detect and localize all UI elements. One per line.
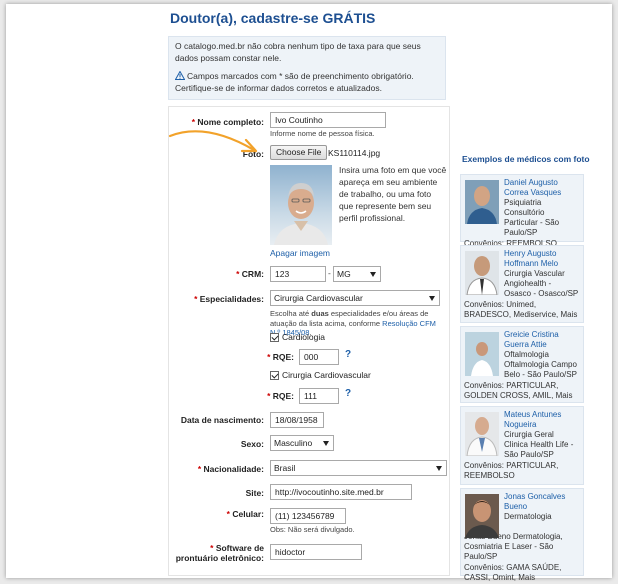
cardiologia-checkbox[interactable]	[270, 333, 279, 342]
nome-hint: Informe nome de pessoa física.	[270, 129, 375, 138]
site-input[interactable]: http://ivocoutinho.site.med.br	[270, 484, 412, 500]
page-title: Doutor(a), cadastre-se GRÁTIS	[170, 10, 376, 26]
chevron-down-icon	[429, 296, 435, 301]
doctor-specialty: Psiquiatria	[504, 198, 542, 207]
doctor-photo	[270, 165, 332, 245]
nacionalidade-value: Brasil	[274, 463, 296, 473]
crm-uf-select[interactable]: MG	[333, 266, 381, 282]
doctor-name[interactable]: Greicie Cristina Guerra Attie	[504, 330, 580, 350]
cardiologia-label: Cardiologia	[282, 332, 325, 342]
software-input[interactable]: hidoctor	[270, 544, 362, 560]
site-label: Site:	[245, 488, 264, 498]
doctor-examples-list: Daniel Augusto Correa Vasques Psiquiatria…	[460, 174, 584, 582]
rqe2-input[interactable]: 111	[299, 388, 339, 404]
info-warning: Campos marcados com * são de preenchimen…	[175, 71, 439, 94]
cirurgia-cardiovascular-label: Cirurgia Cardiovascular	[282, 370, 371, 380]
rqe1-input[interactable]: 000	[299, 349, 339, 365]
doctor-name[interactable]: Henry Augusto Hoffmann Melo	[504, 249, 580, 269]
doctor-card-photo	[465, 251, 499, 295]
apagar-imagem-link[interactable]: Apagar imagem	[270, 248, 330, 259]
especialidades-select[interactable]: Cirurgia Cardiovascular	[270, 290, 440, 306]
file-name: KS110114.jpg	[328, 148, 381, 158]
especialidades-label: * Especialidades:	[194, 294, 264, 304]
doctor-specialty: Cirurgia Vascular	[504, 269, 565, 278]
nacionalidade-label: * Nacionalidade:	[197, 464, 264, 474]
rqe1-label: * RQE:	[267, 352, 294, 362]
doctor-convenios: Convênios: Unimed, BRADESCO, Mediservice…	[464, 300, 578, 319]
doctor-card-photo	[465, 180, 499, 224]
especialidades-value: Cirurgia Cardiovascular	[274, 293, 363, 303]
registration-form: * Nome completo: Ivo Coutinho Informe no…	[168, 106, 450, 576]
doctor-convenios: Convênios: PARTICULAR, REEMBOLSO	[464, 461, 559, 480]
doctor-name[interactable]: Mateus Antunes Nogueira	[504, 410, 580, 430]
cirurgia-cardiovascular-checkbox[interactable]	[270, 371, 279, 380]
choose-file-button[interactable]: Choose File	[270, 145, 328, 160]
nacionalidade-select[interactable]: Brasil	[270, 460, 447, 476]
chevron-down-icon	[370, 272, 376, 277]
crm-input[interactable]: 123	[270, 266, 326, 282]
doctor-clinic: Clinica Health Life - São Paulo/SP	[504, 440, 574, 459]
crm-uf-value: MG	[337, 269, 351, 279]
nascimento-label: Data de nascimento:	[180, 415, 264, 425]
doctor-card[interactable]: Daniel Augusto Correa Vasques Psiquiatria…	[460, 174, 584, 248]
doctor-specialty: Oftalmologia	[504, 350, 549, 359]
nascimento-input[interactable]: 18/08/1958	[270, 412, 324, 428]
help-icon[interactable]: ?	[345, 388, 351, 399]
arrow-annotation-icon	[168, 130, 258, 153]
info-text: O catalogo.med.br não cobra nenhum tipo …	[175, 41, 421, 63]
sexo-select[interactable]: Masculino	[270, 435, 334, 451]
celular-input[interactable]: (11) 123456789	[270, 508, 346, 524]
help-icon[interactable]: ?	[345, 349, 351, 360]
doctor-specialty: Cirurgia Geral	[504, 430, 554, 439]
chevron-down-icon	[436, 466, 442, 471]
doctor-clinic: Consultório Particular - São Paulo/SP	[504, 208, 560, 237]
info-box: O catalogo.med.br não cobra nenhum tipo …	[168, 36, 446, 100]
warning-icon	[175, 71, 185, 80]
doctor-clinic: Angiohealth - Osasco - Osasco/SP	[504, 279, 579, 298]
doctor-specialty: Dermatologia	[504, 512, 552, 521]
doctor-clinic: Oftalmologia Campo Belo - São Paulo/SP	[504, 360, 577, 379]
doctor-card-photo	[465, 332, 499, 376]
celular-label: * Celular:	[226, 509, 264, 519]
rqe2-label: * RQE:	[267, 391, 294, 401]
celular-hint: Obs: Não será divulgado.	[270, 525, 355, 534]
doctor-name[interactable]: Daniel Augusto Correa Vasques	[504, 178, 580, 198]
doctor-convenios: Convênios: PARTICULAR, GOLDEN CROSS, AMI…	[464, 381, 573, 400]
sexo-label: Sexo:	[240, 439, 264, 449]
doctor-card[interactable]: Jonas Goncalves Bueno Dermatologia Jonas …	[460, 488, 584, 582]
doctor-card-photo	[465, 412, 499, 456]
info-warning-text: Campos marcados com * são de preenchimen…	[175, 71, 414, 93]
sidebar-title: Exemplos de médicos com foto	[462, 154, 590, 164]
nome-input[interactable]: Ivo Coutinho	[270, 112, 386, 128]
chevron-down-icon	[323, 441, 329, 446]
doctor-card[interactable]: Greicie Cristina Guerra Attie Oftalmologi…	[460, 326, 584, 403]
sexo-value: Masculino	[274, 438, 313, 448]
software-label: * Software de prontuário eletrônico:	[175, 543, 264, 563]
crm-label: * CRM:	[236, 269, 264, 279]
foto-instructions: Insira uma foto em que você apareça em s…	[339, 165, 447, 223]
crm-separator: -	[328, 268, 331, 278]
doctor-name[interactable]: Jonas Goncalves Bueno	[504, 492, 580, 512]
doctor-convenios: Convênios: GAMA SAÚDE, CASSI, Omint, Mai…	[464, 563, 562, 582]
doctor-card-photo	[465, 494, 499, 538]
doctor-card[interactable]: Mateus Antunes Nogueira Cirurgia Geral Cli…	[460, 406, 584, 485]
doctor-card[interactable]: Henry Augusto Hoffmann Melo Cirurgia Vasc…	[460, 245, 584, 323]
